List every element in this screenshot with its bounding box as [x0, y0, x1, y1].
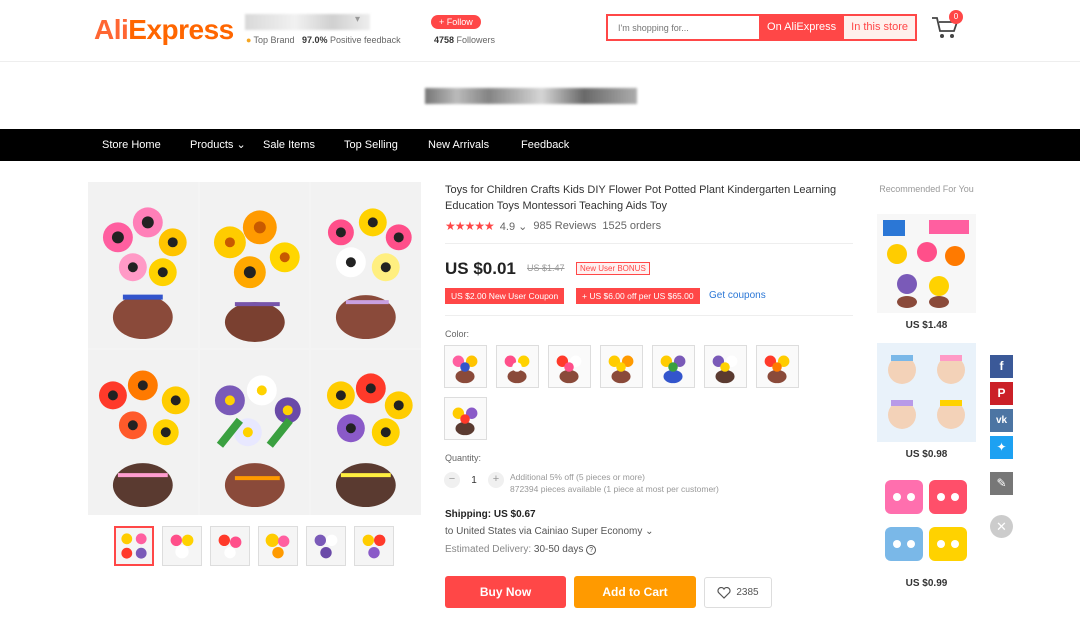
- estimated-delivery: Estimated Delivery: 30-50 days ?: [445, 544, 597, 555]
- search-input[interactable]: [608, 16, 760, 39]
- store-header: AliExpress ▾ ● Top Brand 97.0% Positive f…: [0, 0, 1080, 62]
- store-nav: Store Home Products ⌄ Sale Items Top Sel…: [0, 129, 1080, 161]
- flower-pot-image: [199, 349, 310, 515]
- thumbnail[interactable]: [162, 526, 202, 566]
- color-option[interactable]: [444, 397, 487, 440]
- vk-icon[interactable]: vk: [990, 409, 1013, 432]
- recommended-item-price: US $0.99: [905, 578, 948, 589]
- wishlist-count: 2385: [736, 587, 759, 598]
- store-name-blurred[interactable]: [245, 14, 370, 30]
- store-banner-title-blurred: [425, 88, 637, 104]
- recommended-item-image[interactable]: [877, 472, 976, 571]
- color-label: Color:: [445, 329, 470, 339]
- recommended-title: Recommended For You: [879, 184, 974, 194]
- color-option[interactable]: [444, 345, 487, 388]
- quantity-note: Additional 5% off (5 pieces or more) 872…: [510, 472, 719, 494]
- nav-feedback[interactable]: Feedback: [521, 129, 569, 161]
- chevron-down-icon: ⌄: [236, 139, 246, 151]
- color-option[interactable]: [652, 345, 695, 388]
- thumbnail[interactable]: [258, 526, 298, 566]
- add-to-cart-button[interactable]: Add to Cart: [574, 576, 696, 608]
- twitter-icon[interactable]: ✦: [990, 436, 1013, 459]
- positive-feedback-label: Positive feedback: [330, 35, 401, 45]
- thumbnail-strip: [114, 526, 394, 566]
- quantity-label: Quantity:: [445, 453, 482, 463]
- nav-top-selling[interactable]: Top Selling: [344, 129, 398, 161]
- decrement-button[interactable]: −: [444, 472, 460, 488]
- thumbnail[interactable]: [306, 526, 346, 566]
- close-icon[interactable]: ✕: [990, 515, 1013, 538]
- flower-pot-image: [199, 182, 310, 348]
- thumbnail[interactable]: [354, 526, 394, 566]
- heart-icon: [717, 586, 731, 599]
- store-meta: ● Top Brand 97.0% Positive feedback: [246, 35, 401, 45]
- flower-pot-image: [88, 182, 198, 348]
- thumbnail[interactable]: [210, 526, 250, 566]
- color-option[interactable]: [600, 345, 643, 388]
- aliexpress-logo[interactable]: AliExpress: [94, 14, 234, 46]
- star-rating-icon: ★★★★★: [445, 219, 495, 233]
- shipping-cost: Shipping: US $0.67: [445, 509, 536, 520]
- recommended-item-image[interactable]: [877, 343, 976, 442]
- edit-icon[interactable]: ✎: [990, 472, 1013, 495]
- nav-new-arrivals[interactable]: New Arrivals: [428, 129, 489, 161]
- chevron-down-icon[interactable]: ▾: [355, 14, 360, 25]
- shipping-method[interactable]: to United States via Cainiao Super Econo…: [445, 526, 654, 537]
- new-user-coupon[interactable]: US $2.00 New User Coupon: [445, 288, 565, 304]
- help-icon[interactable]: ?: [586, 545, 597, 555]
- recommended-item-price: US $0.98: [905, 449, 948, 460]
- flower-pot-image: [311, 349, 421, 515]
- facebook-icon[interactable]: f: [990, 355, 1013, 378]
- wishlist-button[interactable]: 2385: [704, 577, 772, 608]
- quantity-stepper: − 1 +: [444, 472, 504, 488]
- flower-pot-image: [311, 182, 421, 348]
- color-option[interactable]: [496, 345, 539, 388]
- increment-button[interactable]: +: [488, 472, 504, 488]
- search-in-store-button[interactable]: In this store: [844, 16, 915, 39]
- divider: [445, 315, 853, 316]
- new-user-bonus-badge: New User BONUS: [576, 262, 650, 275]
- reviews-count[interactable]: 985 Reviews: [533, 220, 596, 232]
- nav-products[interactable]: Products ⌄: [190, 129, 246, 161]
- color-option[interactable]: [548, 345, 591, 388]
- divider: [445, 243, 853, 244]
- rating-value[interactable]: 4.9 ⌄: [500, 220, 528, 233]
- followers-count: 4758 Followers: [434, 35, 496, 45]
- get-coupons-link[interactable]: Get coupons: [709, 290, 766, 301]
- orders-count: 1525 orders: [602, 220, 662, 232]
- recommended-item-price: US $1.48: [905, 320, 948, 331]
- search-bar: On AliExpress In this store: [606, 14, 917, 41]
- top-brand-label: Top Brand: [253, 35, 295, 45]
- original-price: US $1.47: [527, 263, 565, 273]
- buy-now-button[interactable]: Buy Now: [445, 576, 566, 608]
- positive-feedback-pct: 97.0%: [301, 35, 328, 45]
- nav-sale-items[interactable]: Sale Items: [263, 129, 315, 161]
- product-title: Toys for Children Crafts Kids DIY Flower…: [445, 184, 837, 212]
- thumbnail[interactable]: [114, 526, 154, 566]
- nav-store-home[interactable]: Store Home: [102, 129, 161, 161]
- store-coupon[interactable]: + US $6.00 off per US $65.00: [576, 288, 700, 304]
- follow-button[interactable]: + Follow: [431, 15, 481, 29]
- rating-row: ★★★★★ 4.9 ⌄ 985 Reviews 1525 orders: [445, 219, 661, 233]
- quantity-value[interactable]: 1: [468, 475, 480, 486]
- search-on-aliexpress-button[interactable]: On AliExpress: [759, 16, 845, 39]
- color-options: [444, 345, 814, 440]
- cart-count-badge: 0: [949, 10, 963, 24]
- recommended-item-image[interactable]: [877, 214, 976, 313]
- medal-icon: ●: [246, 35, 252, 45]
- flower-pot-image: [88, 349, 198, 515]
- product-main-image[interactable]: [88, 182, 421, 515]
- color-option[interactable]: [756, 345, 799, 388]
- current-price: US $0.01: [445, 259, 516, 278]
- color-option[interactable]: [704, 345, 747, 388]
- pinterest-icon[interactable]: P: [990, 382, 1013, 405]
